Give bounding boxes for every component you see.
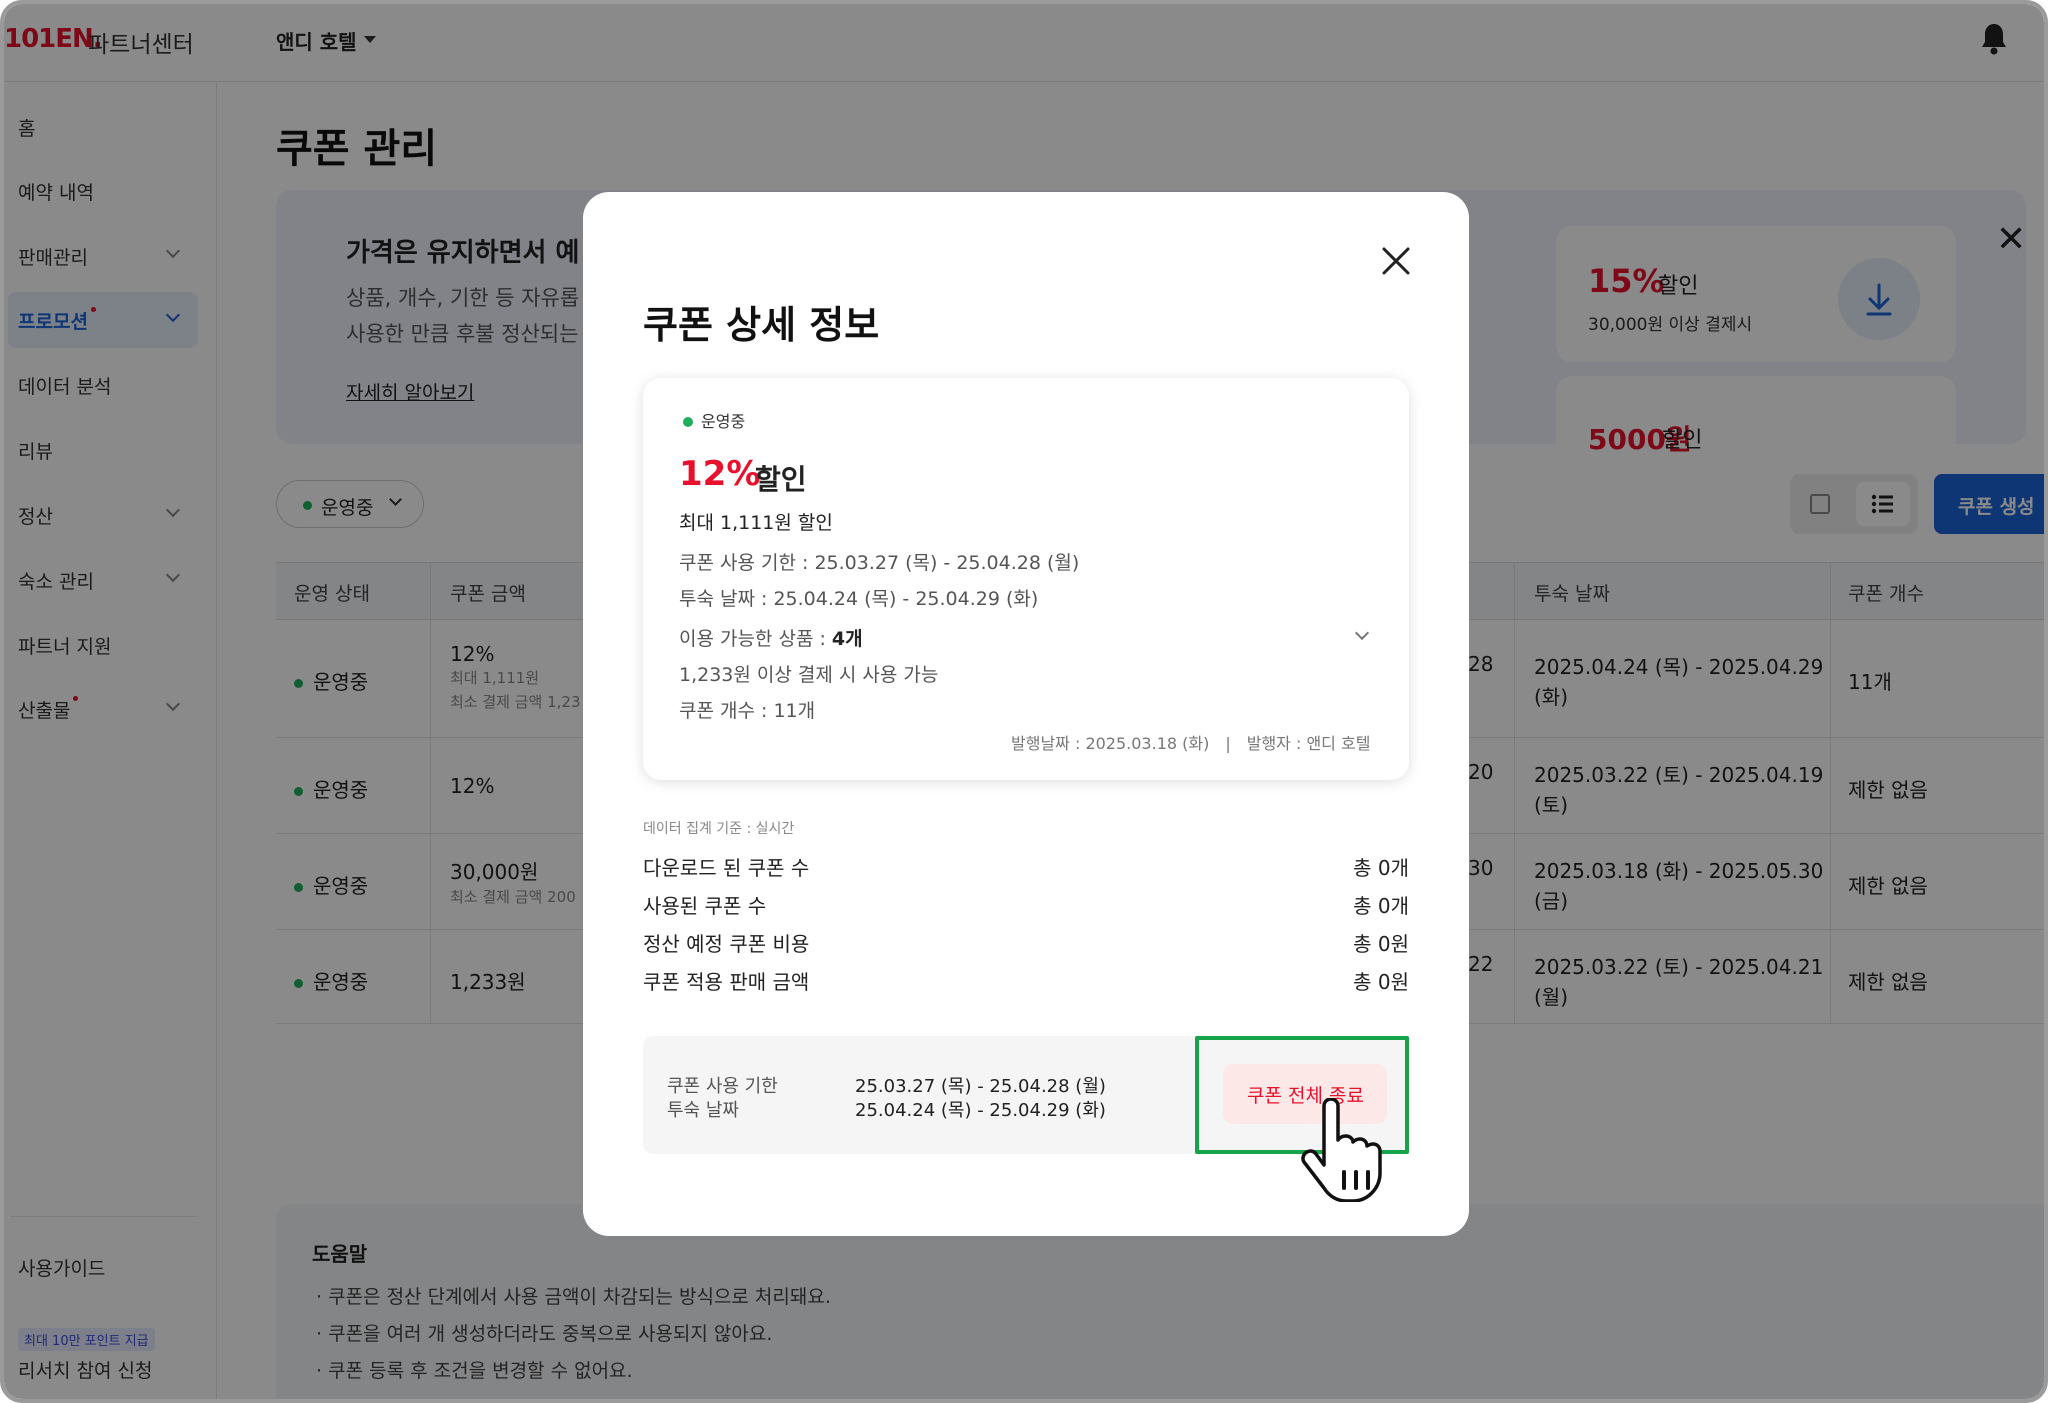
stat-value: 총 0개 <box>1353 894 1409 918</box>
stat-value: 총 0개 <box>1353 856 1409 880</box>
summary-label: 투숙 날짜 <box>667 1100 739 1121</box>
stat-label: 쿠폰 적용 판매 금액 <box>643 970 810 994</box>
status-dot-icon <box>683 417 693 427</box>
coupon-status: 운영중 <box>683 408 745 432</box>
app-window: 101EN. 파트너센터 앤디 호텔 홈 예약 내역 판매관리 프로모션 데이터… <box>0 0 2048 1403</box>
available-products[interactable]: 이용 가능한 상품 : 4개 <box>679 624 863 651</box>
stat-label: 사용된 쿠폰 수 <box>643 894 767 918</box>
coupon-count: 쿠폰 개수 : 11개 <box>679 700 816 722</box>
coupon-detail-card: 운영중 12% 할인 최대 1,111원 할인 쿠폰 사용 기한 : 25.03… <box>643 378 1409 780</box>
stat-row: 정산 예정 쿠폰 비용 총 0원 <box>643 928 1409 962</box>
use-period: 쿠폰 사용 기한 : 25.03.27 (목) - 25.04.28 (월) <box>679 552 1080 574</box>
stat-value: 총 0원 <box>1353 932 1409 956</box>
summary-label: 쿠폰 사용 기한 <box>667 1076 778 1097</box>
stat-value: 총 0원 <box>1353 970 1409 994</box>
stat-row: 사용된 쿠폰 수 총 0개 <box>643 890 1409 924</box>
discount-label: 할인 <box>755 463 807 496</box>
stat-label: 다운로드 된 쿠폰 수 <box>643 856 810 880</box>
close-icon[interactable] <box>1379 244 1413 278</box>
summary-value: 25.04.24 (목) - 25.04.29 (화) <box>855 1100 1106 1121</box>
discount-percent: 12% <box>679 454 761 494</box>
max-discount: 최대 1,111원 할인 <box>679 512 833 534</box>
min-payment: 1,233원 이상 결제 시 사용 가능 <box>679 664 939 686</box>
aggregation-note: 데이터 집계 기준 : 실시간 <box>643 821 795 837</box>
issue-info: 발행날짜 : 2025.03.18 (화) | 발행자 : 앤디 호텔 <box>1011 734 1371 753</box>
chevron-down-icon[interactable] <box>1354 625 1370 641</box>
stay-period: 투숙 날짜 : 25.04.24 (목) - 25.04.29 (화) <box>679 588 1039 610</box>
coupon-detail-modal: 쿠폰 상세 정보 운영중 12% 할인 최대 1,111원 할인 쿠폰 사용 기… <box>583 192 1469 1236</box>
hand-cursor-icon <box>1301 1098 1382 1202</box>
summary-value: 25.03.27 (목) - 25.04.28 (월) <box>855 1076 1106 1097</box>
modal-title: 쿠폰 상세 정보 <box>643 303 880 347</box>
stat-row: 다운로드 된 쿠폰 수 총 0개 <box>643 852 1409 886</box>
stat-label: 정산 예정 쿠폰 비용 <box>643 932 810 956</box>
stat-row: 쿠폰 적용 판매 금액 총 0원 <box>643 966 1409 1000</box>
